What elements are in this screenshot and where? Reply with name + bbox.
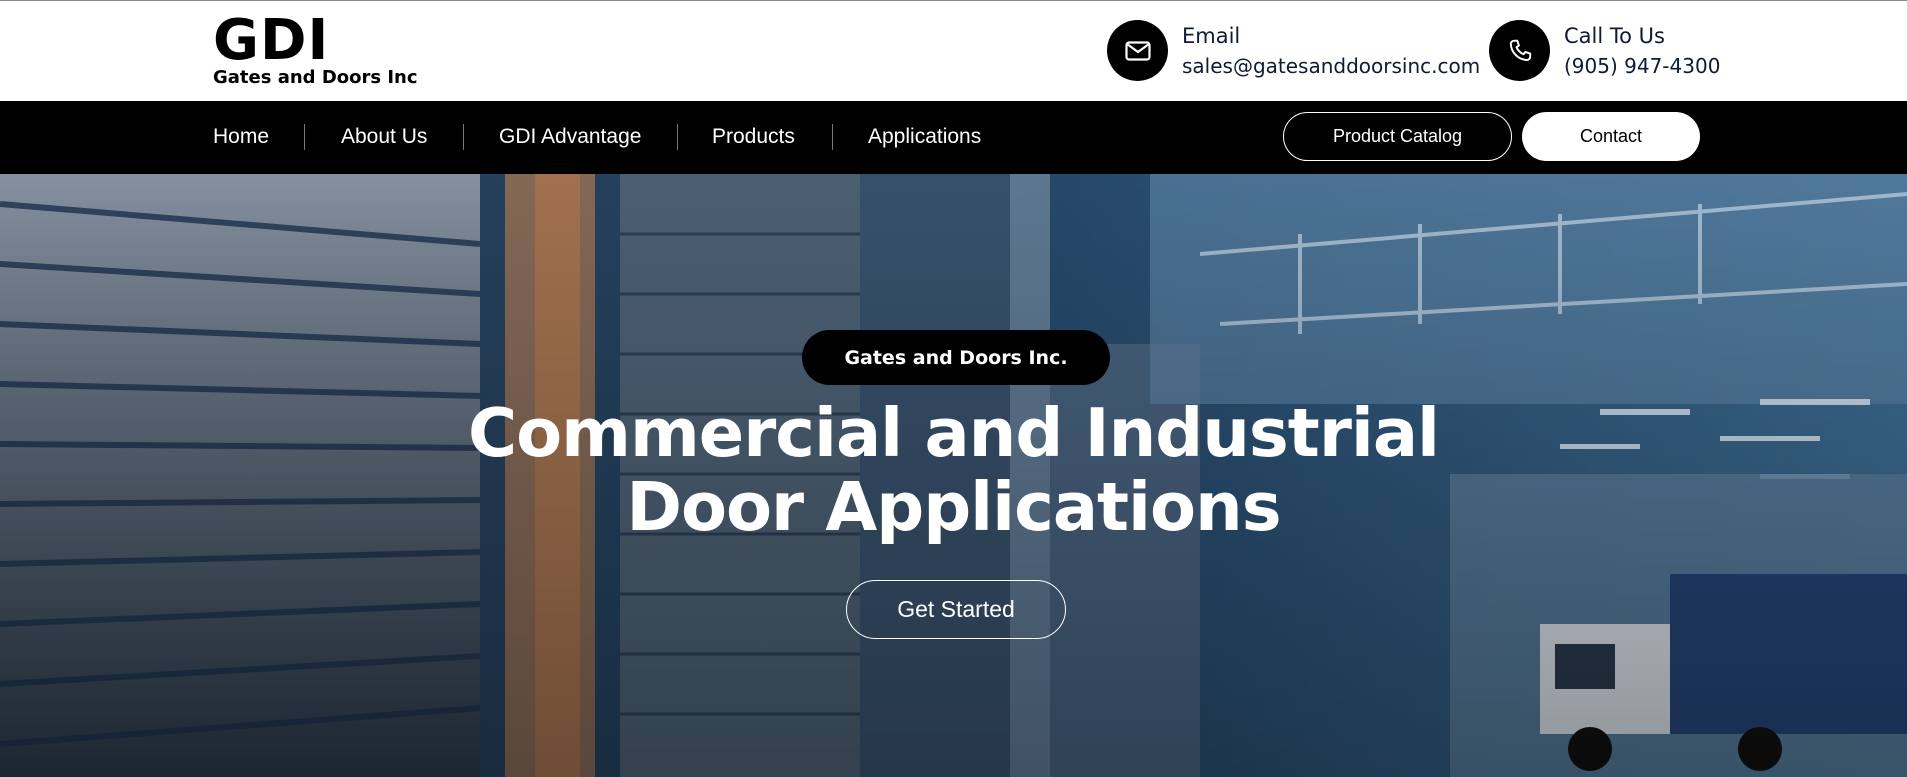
main-nav: Home About Us GDI Advantage Products App… [0,101,1907,174]
product-catalog-button[interactable]: Product Catalog [1283,112,1512,161]
nav-divider [304,124,305,150]
nav-divider [463,124,464,150]
phone-icon [1489,20,1550,81]
site-logo[interactable]: GDI Gates and Doors Inc [213,8,418,88]
email-title: Email [1182,23,1241,48]
hero-section: Gates and Doors Inc. Commercial and Indu… [0,174,1907,777]
email-contact[interactable]: Email sales@gatesanddoorsinc.com [1107,20,1480,81]
hero-title-line-2: Door Applications [626,468,1281,546]
phone-title: Call To Us [1564,23,1665,48]
get-started-button[interactable]: Get Started [846,580,1066,639]
nav-gdi-advantage[interactable]: GDI Advantage [499,125,641,149]
nav-applications[interactable]: Applications [868,125,981,149]
phone-number[interactable]: (905) 947-4300 [1564,51,1720,81]
nav-divider [677,124,678,150]
hero-title: Commercial and Industrial Door Applicati… [400,396,1507,544]
site-header: GDI Gates and Doors Inc Email sales@gate… [0,1,1907,101]
hero-title-line-1: Commercial and Industrial [467,394,1440,472]
nav-products[interactable]: Products [712,125,795,149]
nav-about-us[interactable]: About Us [341,125,427,149]
mail-icon [1107,20,1168,81]
contact-button[interactable]: Contact [1522,112,1700,161]
nav-home[interactable]: Home [213,125,269,149]
email-address[interactable]: sales@gatesanddoorsinc.com [1182,51,1480,81]
nav-divider [832,124,833,150]
phone-contact[interactable]: Call To Us (905) 947-4300 [1489,20,1720,81]
logo-sub-text: Gates and Doors Inc [213,67,418,88]
logo-main-text: GDI [213,8,330,73]
hero-badge: Gates and Doors Inc. [802,330,1110,385]
